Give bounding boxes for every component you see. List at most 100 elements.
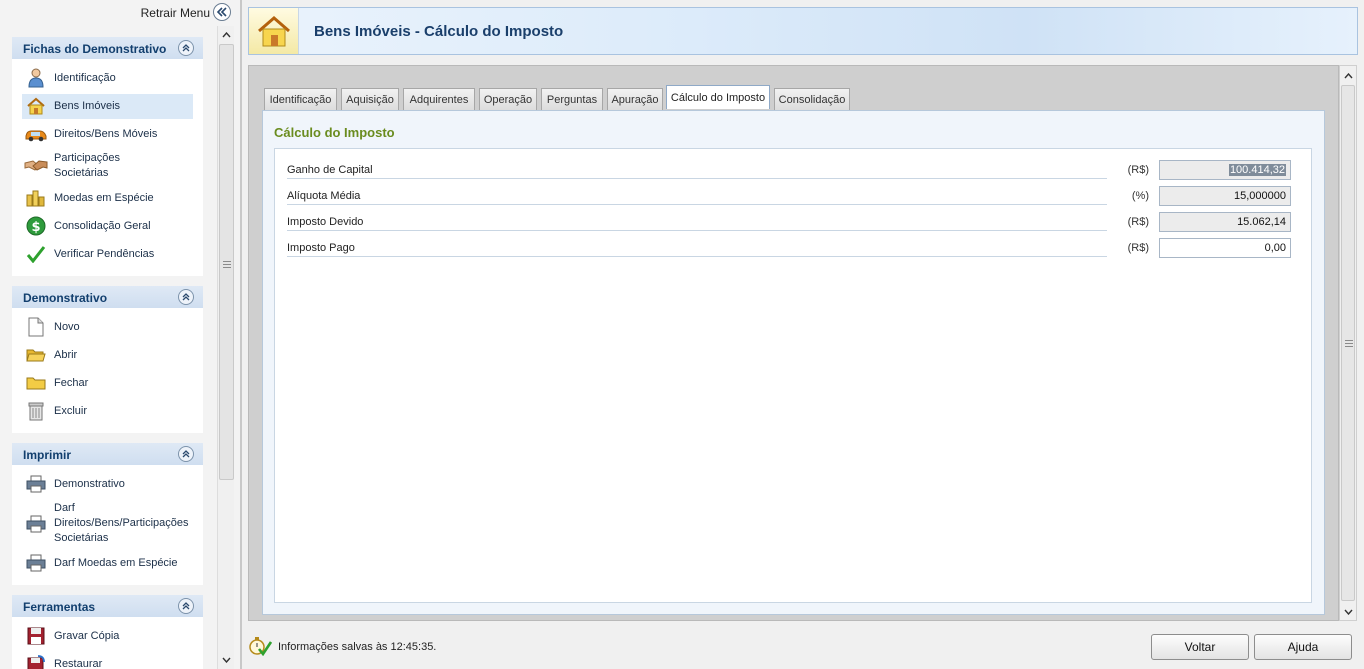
menu-item-participacoes-societarias[interactable]: Participações Societárias: [22, 150, 193, 183]
pane-splitter[interactable]: [240, 0, 242, 669]
section-title: Fichas do Demonstrativo: [23, 42, 167, 56]
imposto-devido-field[interactable]: 15.062,14: [1159, 212, 1291, 232]
section-header[interactable]: Demonstrativo: [12, 286, 203, 308]
menu-item-verificar-pendencias[interactable]: Verificar Pendências: [22, 242, 193, 267]
collapse-icon[interactable]: [178, 446, 194, 462]
menu-item-label: Identificação: [54, 71, 116, 84]
open-folder-icon: [24, 344, 48, 366]
tab-apuracao[interactable]: Apuração: [607, 88, 663, 111]
menu-item-label: Darf Direitos/Bens/Participações Societá…: [54, 502, 189, 544]
ganho-de-capital-field[interactable]: 100.414,32: [1159, 160, 1291, 180]
page-title: Bens Imóveis - Cálculo do Imposto: [314, 23, 564, 40]
scroll-up-icon[interactable]: [1341, 68, 1356, 83]
imposto-pago-field[interactable]: 0,00: [1159, 238, 1291, 258]
house-icon: [249, 8, 299, 54]
tab-identificacao[interactable]: Identificação: [264, 88, 337, 111]
section-demonstrativo: Demonstrativo Novo Abrir Fechar Excluir: [12, 286, 203, 433]
section-header[interactable]: Ferramentas: [12, 595, 203, 617]
menu-item-darf-moedas[interactable]: Darf Moedas em Espécie: [22, 551, 193, 576]
menu-item-novo[interactable]: Novo: [22, 315, 193, 340]
aliquota-media-field[interactable]: 15,000000: [1159, 186, 1291, 206]
section-header[interactable]: Imprimir: [12, 443, 203, 465]
floppy-icon: [24, 625, 48, 647]
scroll-up-icon[interactable]: [219, 27, 234, 42]
retract-menu-bar[interactable]: Retrair Menu: [0, 0, 234, 26]
printer-icon: [24, 552, 48, 574]
retract-menu-label[interactable]: Retrair Menu: [141, 6, 210, 20]
menu-item-excluir[interactable]: Excluir: [22, 399, 193, 424]
menu-item-identificacao[interactable]: Identificação: [22, 66, 193, 91]
field-unit: (%): [1131, 190, 1149, 202]
back-button[interactable]: Voltar: [1151, 634, 1249, 660]
tab-perguntas[interactable]: Perguntas: [541, 88, 603, 111]
back-button-label: Voltar: [1184, 640, 1216, 654]
field-row-ganho-de-capital: Ganho de Capital (R$) 100.414,32: [287, 160, 1297, 182]
field-unit: (R$): [1127, 164, 1149, 176]
tab-aquisicao[interactable]: Aquisição: [341, 88, 399, 111]
menu-item-imprimir-demonstrativo[interactable]: Demonstrativo: [22, 472, 193, 497]
help-button[interactable]: Ajuda: [1254, 634, 1352, 660]
menu-item-label: Direitos/Bens Móveis: [54, 127, 158, 140]
menu-item-label: Participações Societárias: [54, 152, 121, 179]
menu-item-restaurar[interactable]: Restaurar: [22, 652, 193, 669]
scroll-down-icon[interactable]: [219, 652, 234, 667]
menu-item-moedas-em-especie[interactable]: Moedas em Espécie: [22, 186, 193, 211]
selected-text: 100.414,32: [1228, 164, 1286, 176]
field-unit: (R$): [1127, 242, 1149, 254]
menu-item-label: Demonstrativo: [54, 477, 125, 490]
menu-item-label: Darf Moedas em Espécie: [54, 556, 178, 569]
printer-icon: [24, 513, 48, 535]
status-bar: Informações salvas às 12:45:35.: [248, 632, 436, 662]
section-imprimir: Imprimir Demonstrativo Darf Direitos/Ben: [12, 443, 203, 585]
field-row-imposto-pago: Imposto Pago (R$) 0,00: [287, 238, 1297, 260]
menu-item-abrir[interactable]: Abrir: [22, 343, 193, 368]
house-icon: [24, 95, 48, 117]
tab-consolidacao[interactable]: Consolidação: [774, 88, 850, 111]
tab-adquirentes[interactable]: Adquirentes: [403, 88, 475, 111]
menu-item-bens-imoveis[interactable]: Bens Imóveis: [22, 94, 193, 119]
menu-item-label: Novo: [54, 320, 80, 333]
field-row-imposto-devido: Imposto Devido (R$) 15.062,14: [287, 212, 1297, 234]
person-icon: [24, 67, 48, 89]
trash-icon: [24, 400, 48, 422]
field-label: Imposto Devido: [287, 216, 1107, 231]
handshake-icon: [24, 155, 48, 177]
field-label: Alíquota Média: [287, 190, 1107, 205]
section-ferramentas: Ferramentas Gravar Cópia Restaurar: [12, 595, 203, 669]
section-header[interactable]: Fichas do Demonstrativo: [12, 37, 203, 59]
menu-item-gravar-copia[interactable]: Gravar Cópia: [22, 624, 193, 649]
dollar-icon: $: [24, 215, 48, 237]
scroll-down-icon[interactable]: [1341, 604, 1356, 619]
menu-item-darf-direitos[interactable]: Darf Direitos/Bens/Participações Societá…: [22, 500, 193, 548]
field-label: Ganho de Capital: [287, 164, 1107, 179]
menu-item-label: Gravar Cópia: [54, 629, 120, 642]
section-title: Demonstrativo: [23, 291, 108, 305]
scroll-thumb[interactable]: [1341, 85, 1355, 601]
menu-item-direitos-bens-moveis[interactable]: Direitos/Bens Móveis: [22, 122, 193, 147]
form-box: Ganho de Capital (R$) 100.414,32 Alíquot…: [274, 148, 1312, 603]
folder-icon: [24, 372, 48, 394]
double-chevron-left-icon[interactable]: [213, 3, 231, 21]
menu-item-label: Excluir: [54, 404, 88, 417]
content-scrollbar[interactable]: [1339, 65, 1357, 621]
menu-item-label: Consolidação Geral: [54, 219, 151, 232]
collapse-icon[interactable]: [178, 289, 194, 305]
menu-item-consolidacao-geral[interactable]: $ Consolidação Geral: [22, 214, 193, 239]
menu-item-fechar[interactable]: Fechar: [22, 371, 193, 396]
field-label: Imposto Pago: [287, 242, 1107, 257]
scroll-thumb[interactable]: [219, 44, 234, 480]
tab-calculo-do-imposto[interactable]: Cálculo do Imposto: [666, 85, 770, 109]
tab-operacao[interactable]: Operação: [479, 88, 537, 111]
collapse-icon[interactable]: [178, 40, 194, 56]
menu-scrollbar[interactable]: [217, 26, 234, 669]
tab-panel: Cálculo do Imposto Ganho de Capital (R$)…: [262, 110, 1325, 615]
menu-item-label: Restaurar: [54, 657, 103, 669]
coins-icon: [24, 187, 48, 209]
side-menu: Fichas do Demonstrativo Identificação Be: [12, 37, 203, 669]
menu-item-label: Fechar: [54, 376, 89, 389]
collapse-icon[interactable]: [178, 598, 194, 614]
menu-item-label: Verificar Pendências: [54, 247, 155, 260]
field-unit: (R$): [1127, 216, 1149, 228]
menu-item-label: Moedas em Espécie: [54, 191, 154, 204]
section-title: Imprimir: [23, 448, 72, 462]
